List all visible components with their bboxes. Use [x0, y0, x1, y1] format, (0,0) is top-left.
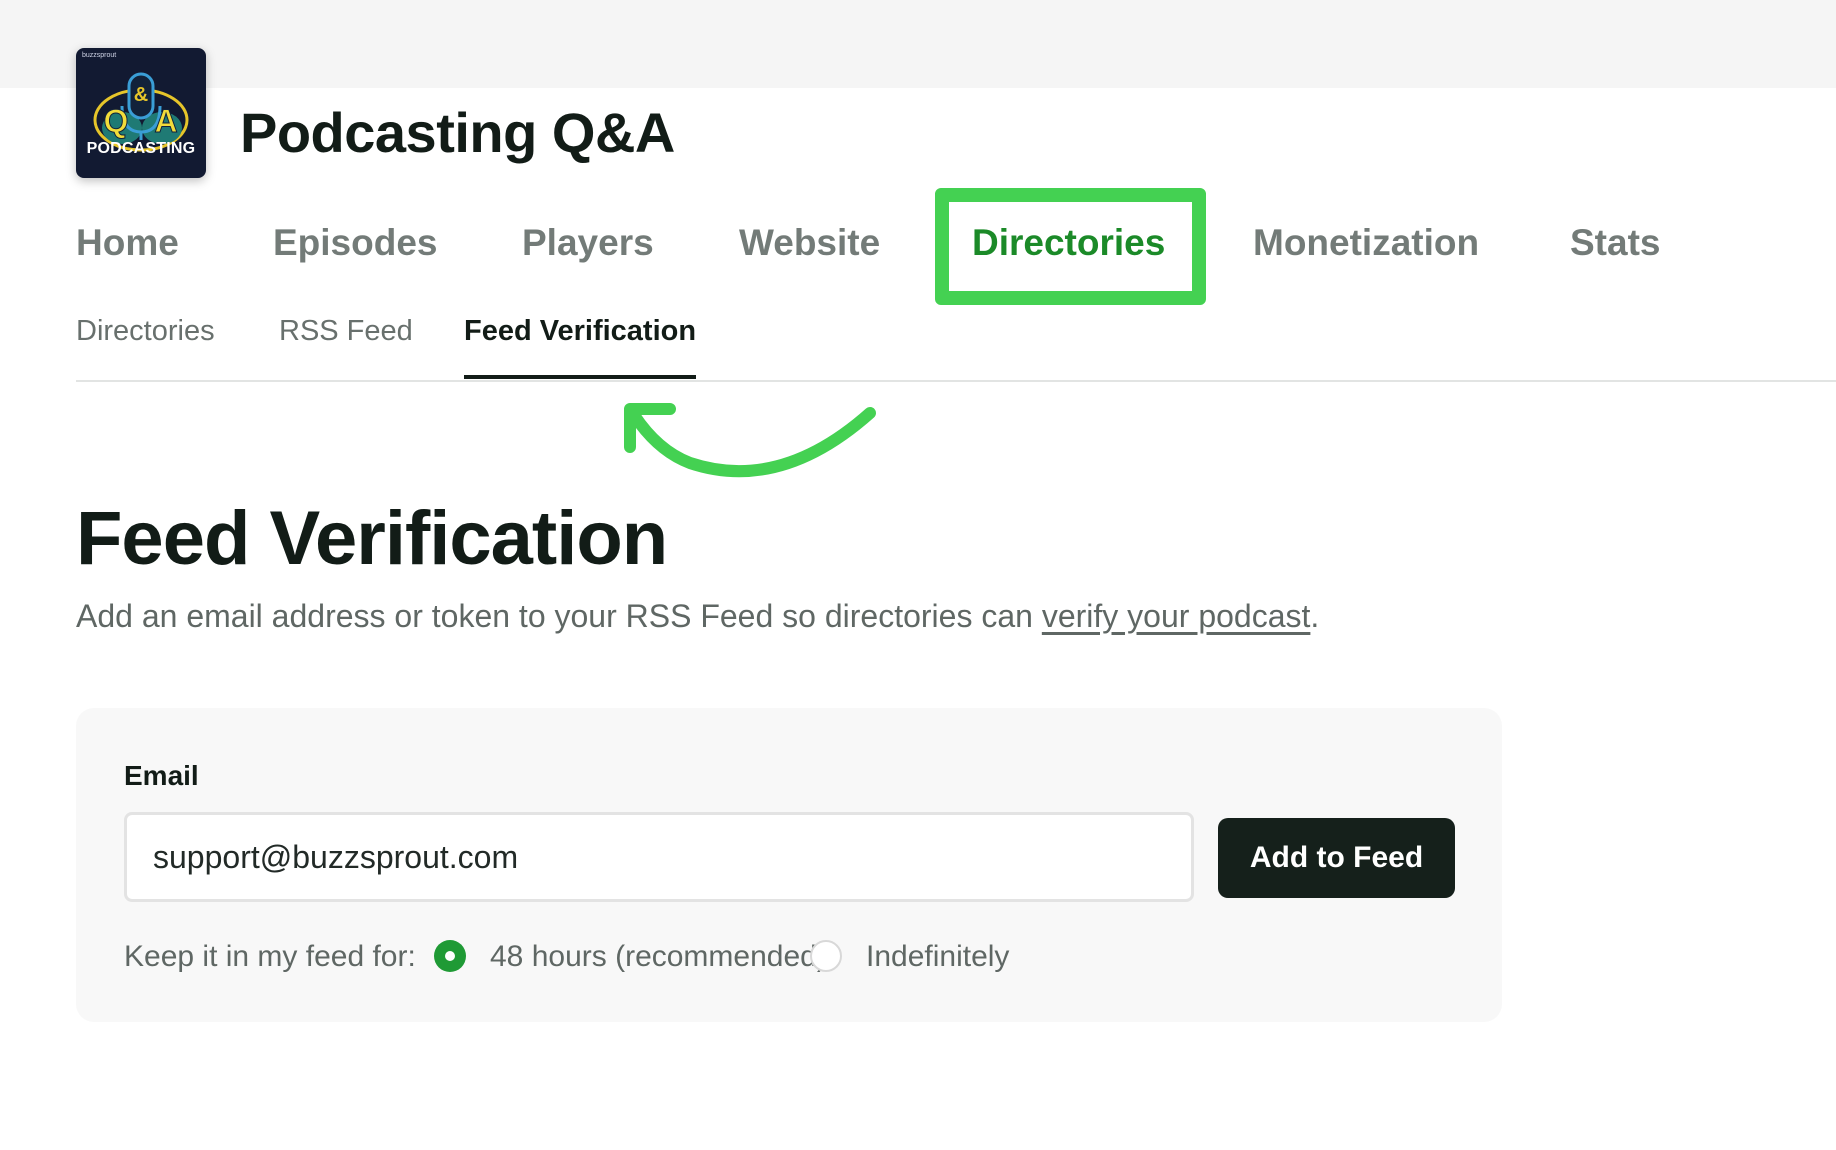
art-caption: PODCASTING: [86, 140, 196, 157]
radio-48-hours-label[interactable]: 48 hours (recommended): [490, 940, 827, 974]
email-input[interactable]: [124, 812, 1194, 902]
nav-directories[interactable]: Directories: [972, 222, 1165, 264]
podcast-artwork-graphic: & Q A: [93, 72, 189, 152]
subnav-directories[interactable]: Directories: [76, 315, 215, 348]
description-suffix: .: [1310, 598, 1320, 634]
podcast-artwork: & Q A buzzsprout PODCASTING: [76, 48, 206, 178]
keep-duration-row: Keep it in my feed for: 48 hours (recomm…: [124, 938, 1424, 978]
add-to-feed-button[interactable]: Add to Feed: [1218, 818, 1455, 898]
email-label: Email: [124, 760, 199, 791]
nav-players[interactable]: Players: [522, 222, 654, 264]
art-letter-amp: &: [134, 84, 148, 106]
nav-home[interactable]: Home: [76, 222, 179, 264]
description-prefix: Add an email address or token to your RS…: [76, 598, 1042, 634]
podcast-title: Podcasting Q&A: [240, 101, 675, 164]
feed-verification-card: Email Add to Feed Keep it in my feed for…: [76, 708, 1502, 1022]
art-letter-q: Q: [104, 103, 129, 139]
subnav-divider: [76, 380, 1836, 382]
sub-nav: Directories RSS Feed Feed Verification: [76, 315, 1836, 382]
keep-label: Keep it in my feed for:: [124, 940, 416, 973]
page-description: Add an email address or token to your RS…: [76, 598, 1319, 635]
radio-indefinitely-label[interactable]: Indefinitely: [866, 940, 1009, 974]
nav-website[interactable]: Website: [739, 222, 880, 264]
art-letter-a: A: [154, 103, 177, 139]
nav-stats[interactable]: Stats: [1570, 222, 1660, 264]
verify-podcast-link[interactable]: verify your podcast: [1042, 598, 1311, 634]
nav-episodes[interactable]: Episodes: [273, 222, 438, 264]
art-brand-text: buzzsprout: [82, 52, 117, 59]
radio-48-hours[interactable]: [434, 940, 466, 972]
page-heading: Feed Verification: [76, 496, 668, 581]
top-band: [0, 0, 1836, 88]
nav-monetization[interactable]: Monetization: [1253, 222, 1479, 264]
page: & Q A buzzsprout PODCASTING Podcasting Q…: [0, 0, 1836, 1150]
subnav-rss-feed[interactable]: RSS Feed: [279, 315, 413, 348]
annotation-arrow-icon: [624, 403, 876, 478]
subnav-feed-verification[interactable]: Feed Verification: [464, 315, 697, 379]
radio-indefinitely[interactable]: [810, 940, 842, 972]
